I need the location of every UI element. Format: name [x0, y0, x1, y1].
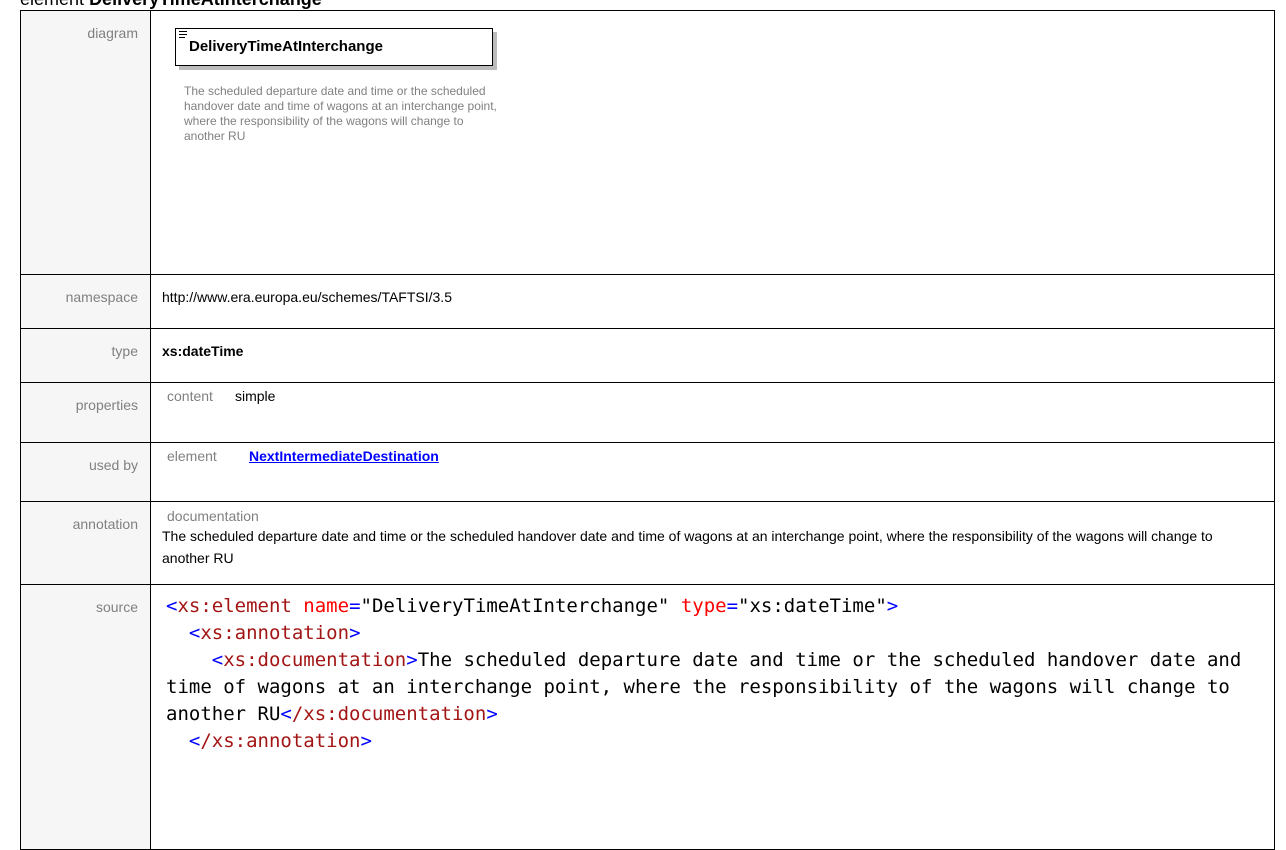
- type-value: xs:dateTime: [162, 343, 244, 359]
- diagram-cell: DeliveryTimeAtInterchange The scheduled …: [150, 10, 1275, 275]
- label-used-by: used by: [20, 442, 151, 502]
- property-content: content simple: [162, 388, 1274, 404]
- source-code: <xs:element name="DeliveryTimeAtIntercha…: [166, 595, 1253, 752]
- row-namespace: namespace http://www.era.europa.eu/schem…: [20, 274, 1275, 329]
- used-by-kind: element: [167, 448, 217, 464]
- label-type: type: [20, 328, 151, 383]
- label-annotation: annotation: [20, 501, 151, 585]
- property-value: simple: [235, 388, 276, 404]
- row-diagram: diagram DeliveryTimeAtInterchange The sc…: [20, 10, 1275, 275]
- annotation-key: documentation: [167, 508, 259, 524]
- element-doc-table: diagram DeliveryTimeAtInterchange The sc…: [20, 10, 1275, 850]
- row-properties: properties content simple: [20, 382, 1275, 443]
- annotation-text: The scheduled departure date and time or…: [162, 528, 1213, 566]
- heading-prefix: element: [20, 0, 84, 9]
- property-key: content: [167, 388, 213, 404]
- used-by-entry: element NextIntermediateDestination: [162, 448, 1274, 464]
- row-source: source <xs:element name="DeliveryTimeAtI…: [20, 584, 1275, 850]
- label-namespace: namespace: [20, 274, 151, 329]
- row-annotation: annotation documentation The scheduled d…: [20, 501, 1275, 585]
- label-diagram: diagram: [20, 10, 151, 275]
- label-source: source: [20, 584, 151, 850]
- row-type: type xs:dateTime: [20, 328, 1275, 383]
- diagram-documentation: The scheduled departure date and time or…: [184, 84, 497, 143]
- heading-element-name: DeliveryTimeAtInterchange: [89, 0, 322, 9]
- label-properties: properties: [20, 382, 151, 443]
- diagram-element-name: DeliveryTimeAtInterchange: [189, 38, 383, 55]
- namespace-value: http://www.era.europa.eu/schemes/TAFTSI/…: [150, 274, 1275, 329]
- element-lines-icon: [179, 31, 187, 38]
- row-used-by: used by element NextIntermediateDestinat…: [20, 442, 1275, 502]
- used-by-link[interactable]: NextIntermediateDestination: [249, 448, 439, 464]
- page-heading: element DeliveryTimeAtInterchange: [20, 0, 322, 9]
- element-diagram: DeliveryTimeAtInterchange The scheduled …: [175, 28, 497, 206]
- element-box[interactable]: DeliveryTimeAtInterchange: [175, 28, 493, 66]
